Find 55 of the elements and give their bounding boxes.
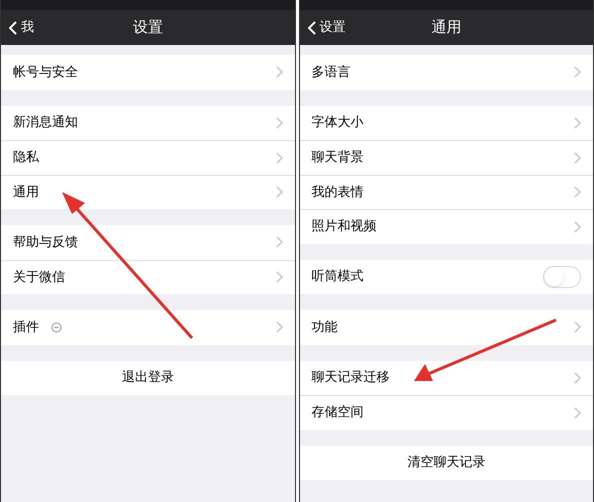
menu-item[interactable]: 插件 [1,310,294,344]
item-label: 聊天记录迁移 [312,369,390,387]
chevron-icon [574,66,581,78]
chevron-icon [574,152,581,164]
chevron-icon [574,186,581,198]
menu-item[interactable]: 聊天背景 [300,140,593,174]
chevron-icon [276,236,282,248]
menu-item[interactable]: 帮助与反馈 [1,225,294,260]
item-label: 我的表情 [312,184,364,202]
chevron-icon [276,116,282,129]
menu-item[interactable]: 我的表情 [300,174,593,209]
item-label: 聊天背景 [312,149,364,167]
menu-item[interactable]: 功能 [300,310,593,344]
setting-label: 听筒模式 [312,268,364,286]
menu-item[interactable]: 照片和视频 [300,209,593,244]
back-button[interactable]: 设置 [300,18,346,38]
chevron-icon [276,152,282,164]
item-label: 通用 [13,184,39,202]
toggle-switch[interactable] [543,266,581,288]
item-label: 功能 [312,318,338,336]
chevron-icon [574,116,581,129]
window-title: 设置 [132,17,163,38]
menu-item[interactable]: 存储空间 [300,395,593,430]
window-title: 通用 [431,17,462,38]
chevron-icon [276,271,282,284]
chevron-icon [276,186,282,198]
menu-item[interactable]: 多语言 [300,55,593,90]
chevron-icon [574,406,581,419]
chevron-icon [276,321,282,334]
item-label: 帮助与反馈 [13,234,78,252]
menu-item[interactable]: 字体大小 [300,106,593,140]
back-button[interactable]: 我 [1,18,34,38]
item-label: 新消息通知 [13,114,78,132]
chevron-icon [574,220,581,233]
item-label: 插件 [13,318,39,336]
plugin-icon [51,322,62,333]
item-label: 照片和视频 [312,218,376,236]
menu-item[interactable]: 新消息通知 [1,106,294,140]
menu-button[interactable]: 退出登录 [1,360,294,395]
menu-item[interactable]: 关于微信 [1,260,294,294]
chevron-icon [574,372,581,384]
item-label: 多语言 [312,64,350,82]
item-label: 存储空间 [312,404,364,422]
item-label: 隐私 [13,149,39,167]
item-label: 帐号与安全 [13,64,78,82]
item-label: 字体大小 [312,114,364,132]
chevron-icon [276,66,282,78]
menu-button[interactable]: 清空聊天记录 [300,446,593,480]
menu-item[interactable]: 隐私 [1,140,294,174]
chevron-icon [574,321,581,334]
menu-item[interactable]: 帐号与安全 [1,55,294,90]
back-icon [308,20,316,34]
back-icon [9,20,17,34]
menu-item[interactable]: 聊天记录迁移 [300,360,593,395]
item-label: 关于微信 [13,268,65,286]
